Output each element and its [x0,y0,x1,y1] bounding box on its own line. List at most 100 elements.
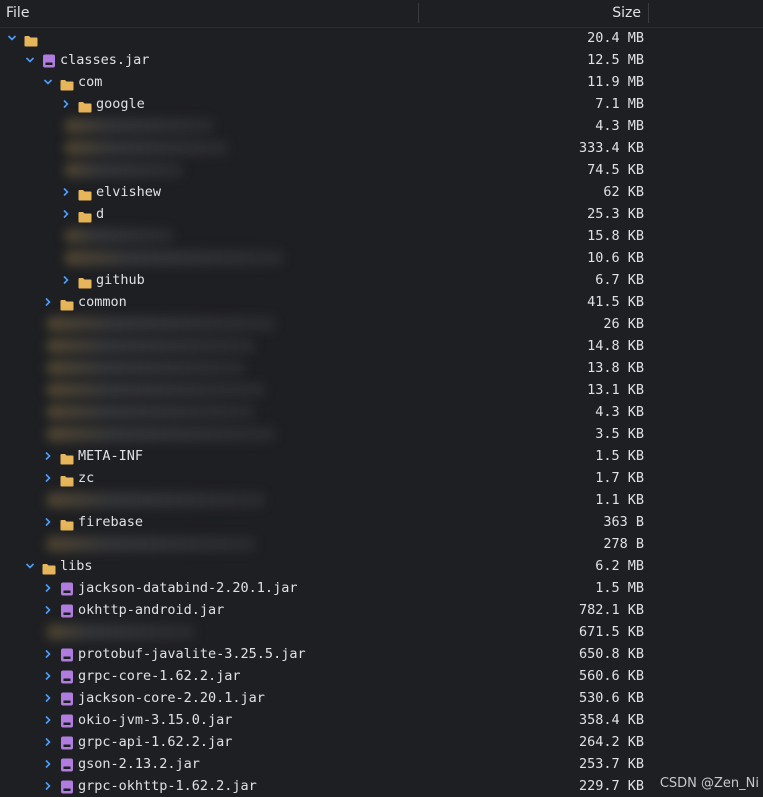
tree-row[interactable]: firebase 363 B [0,511,763,533]
chevron-right-icon[interactable] [42,731,54,753]
tree-row[interactable]: elvishew 62 KB [0,181,763,203]
tree-row[interactable]: 13.8 KB [0,357,763,379]
tree-row[interactable]: 671.5 KB [0,621,763,643]
tree-row[interactable]: common 41.5 KB [0,291,763,313]
tree-row[interactable]: 278 B [0,533,763,555]
column-header-size[interactable]: Size [612,5,641,21]
row-name: classes.jar [60,52,150,68]
folder-icon [60,450,74,465]
redacted-name [46,316,276,332]
tree-row[interactable]: classes.jar 12.5 MB [0,49,763,71]
tree-row[interactable]: github 6.7 KB [0,269,763,291]
chevron-right-icon[interactable] [42,753,54,775]
tree-row[interactable]: 20.4 MB [0,27,763,49]
chevron-right-icon[interactable] [42,291,54,313]
folder-icon [78,274,92,289]
tree-row[interactable]: 26 KB [0,313,763,335]
row-size: 253.7 KB [578,756,644,772]
tree-row[interactable]: jackson-databind-2.20.1.jar 1.5 MB [0,577,763,599]
chevron-right-icon[interactable] [42,775,54,797]
tree-row[interactable]: 4.3 MB [0,115,763,137]
tree-row[interactable]: d 25.3 KB [0,203,763,225]
tree-row[interactable]: 74.5 KB [0,159,763,181]
tree-row[interactable]: zc 1.7 KB [0,467,763,489]
chevron-right-icon[interactable] [60,269,72,291]
jar-icon [60,581,74,596]
redacted-name [46,624,196,640]
chevron-right-icon[interactable] [60,203,72,225]
tree-row[interactable]: 3.5 KB [0,423,763,445]
tree-row[interactable]: 4.3 KB [0,401,763,423]
row-size: 560.6 KB [578,668,644,684]
redacted-name [46,492,266,508]
tree-row[interactable]: 14.8 KB [0,335,763,357]
chevron-right-icon[interactable] [42,445,54,467]
row-size: 4.3 KB [595,404,644,420]
tree-row[interactable]: 13.1 KB [0,379,763,401]
row-size: 1.5 KB [595,448,644,464]
column-divider[interactable] [418,3,419,23]
chevron-right-icon[interactable] [42,511,54,533]
tree-row[interactable]: 15.8 KB [0,225,763,247]
folder-icon [78,208,92,223]
chevron-right-icon[interactable] [60,181,72,203]
tree-row[interactable]: libs 6.2 MB [0,555,763,577]
chevron-down-icon[interactable] [6,27,18,49]
tree-row[interactable]: grpc-api-1.62.2.jar 264.2 KB [0,731,763,753]
chevron-down-icon[interactable] [42,71,54,93]
row-name: protobuf-javalite-3.25.5.jar [78,646,306,662]
row-name: META-INF [78,448,144,464]
row-name: okio-jvm-3.15.0.jar [78,712,233,728]
chevron-down-icon[interactable] [24,49,36,71]
row-name: zc [78,470,95,486]
tree-row[interactable]: grpc-okhttp-1.62.2.jar 229.7 KB [0,775,763,797]
row-name: jackson-databind-2.20.1.jar [78,580,298,596]
watermark: CSDN @Zen_Ni [659,776,759,791]
chevron-right-icon[interactable] [42,665,54,687]
tree-row[interactable]: 1.1 KB [0,489,763,511]
folder-icon [60,472,74,487]
chevron-right-icon[interactable] [42,643,54,665]
chevron-right-icon[interactable] [42,709,54,731]
row-size: 363 B [603,514,644,530]
redacted-name [46,404,256,420]
row-name: d [96,206,105,222]
tree-row[interactable]: protobuf-javalite-3.25.5.jar 650.8 KB [0,643,763,665]
row-size: 13.8 KB [587,360,644,376]
row-size: 530.6 KB [578,690,644,706]
chevron-down-icon[interactable] [24,555,36,577]
chevron-right-icon[interactable] [42,467,54,489]
chevron-right-icon[interactable] [42,687,54,709]
folder-icon [78,98,92,113]
tree-row[interactable]: google 7.1 MB [0,93,763,115]
row-size: 650.8 KB [578,646,644,662]
tree-row[interactable]: gson-2.13.2.jar 253.7 KB [0,753,763,775]
redacted-name [64,118,214,134]
row-size: 7.1 MB [595,96,644,112]
row-size: 1.5 MB [595,580,644,596]
redacted-name [46,382,266,398]
tree-row[interactable]: com 11.9 MB [0,71,763,93]
row-size: 6.2 MB [595,558,644,574]
row-size: 10.6 KB [587,250,644,266]
redacted-name [64,228,174,244]
chevron-right-icon[interactable] [60,93,72,115]
column-header-file[interactable]: File [6,5,29,21]
row-size: 3.5 KB [595,426,644,442]
tree-row[interactable]: META-INF 1.5 KB [0,445,763,467]
jar-icon [42,53,56,68]
chevron-right-icon[interactable] [42,577,54,599]
row-size: 6.7 KB [595,272,644,288]
row-name: grpc-api-1.62.2.jar [78,734,233,750]
row-name: google [96,96,145,112]
tree-row[interactable]: 333.4 KB [0,137,763,159]
row-name: grpc-core-1.62.2.jar [78,668,241,684]
tree-row[interactable]: okhttp-android.jar 782.1 KB [0,599,763,621]
tree-row[interactable]: jackson-core-2.20.1.jar 530.6 KB [0,687,763,709]
chevron-right-icon[interactable] [42,599,54,621]
column-divider[interactable] [648,3,649,23]
tree-row[interactable]: 10.6 KB [0,247,763,269]
row-size: 229.7 KB [578,778,644,794]
tree-row[interactable]: okio-jvm-3.15.0.jar 358.4 KB [0,709,763,731]
tree-row[interactable]: grpc-core-1.62.2.jar 560.6 KB [0,665,763,687]
